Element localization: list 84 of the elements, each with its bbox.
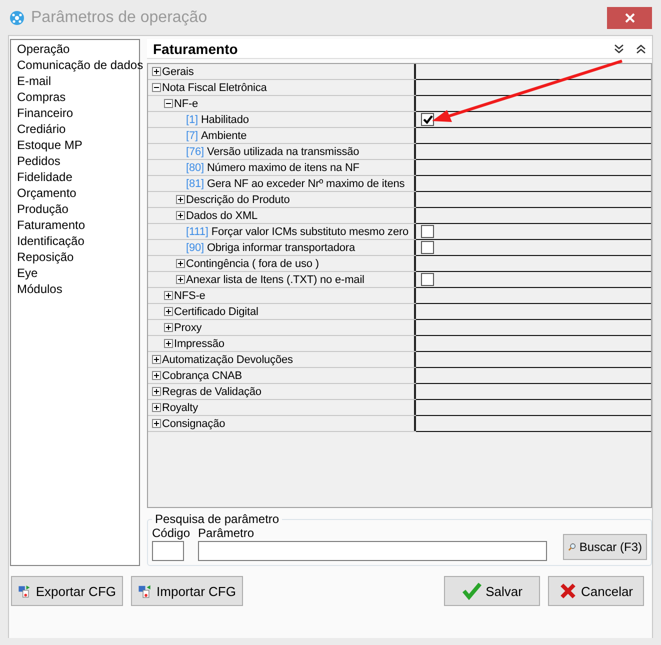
expand-icon[interactable] [152, 419, 161, 428]
tree-item[interactable]: NF-e [174, 98, 198, 110]
sidebar-item[interactable]: Pedidos [17, 153, 139, 169]
sidebar-item[interactable]: Fidelidade [17, 169, 139, 185]
tree-item[interactable]: Versão utilizada na transmissão [206, 146, 360, 158]
tree-item[interactable]: Habilitado [200, 114, 249, 126]
parameter-code: [7] [186, 130, 198, 142]
export-button[interactable]: Exportar CFG [11, 576, 123, 606]
save-button[interactable]: Salvar [444, 576, 540, 606]
expand-icon[interactable] [176, 211, 185, 220]
field-label: Parâmetro [198, 526, 256, 540]
parameter-code: [111] [186, 226, 208, 238]
expand-icon[interactable] [176, 275, 185, 284]
tree-item[interactable]: Automatização Devoluções [162, 354, 293, 366]
tree-item[interactable]: Cobrança CNAB [162, 370, 242, 382]
tree-item[interactable]: Contingência ( fora de uso ) [186, 258, 319, 270]
close-button[interactable] [607, 6, 652, 28]
tree-item[interactable]: Gerais [162, 66, 194, 78]
tree-item[interactable]: Proxy [174, 322, 202, 334]
expand-icon[interactable] [164, 323, 173, 332]
cancel-button[interactable]: Cancelar [548, 576, 644, 606]
expand-icon[interactable] [164, 291, 173, 300]
sidebar-item[interactable]: Identificação [17, 233, 139, 249]
parameter-code: [1] [186, 114, 198, 126]
tree-item[interactable]: Número maximo de itens na NF [206, 162, 360, 174]
check-icon [462, 582, 482, 600]
checkbox[interactable] [421, 273, 434, 286]
panel-title: Faturamento [153, 40, 239, 56]
tree-item[interactable]: Ambiente [200, 130, 247, 142]
sidebar-item[interactable]: Eye [17, 265, 139, 281]
window-title: Parâmetros de operação [31, 8, 208, 26]
expand-icon[interactable] [152, 355, 161, 364]
sidebar-item[interactable]: E-mail [17, 73, 139, 89]
code-field[interactable] [152, 541, 184, 561]
import-button[interactable]: Importar CFG [131, 576, 243, 606]
parameter-code: [76] [186, 146, 204, 158]
sidebar-item[interactable]: Operação [17, 41, 139, 57]
tree-item[interactable]: NFS-e [174, 290, 206, 302]
sidebar-item[interactable]: Faturamento [17, 217, 139, 233]
search-group-title: Pesquisa de parâmetro [154, 512, 280, 526]
expand-icon[interactable] [176, 195, 185, 204]
tree-item[interactable]: Anexar lista de Itens (.TXT) no e-mail [186, 274, 364, 286]
collapse-all-icon[interactable] [614, 44, 624, 54]
app-icon [9, 10, 25, 26]
tree-item[interactable]: Obriga informar transportadora [206, 242, 355, 254]
sidebar-item[interactable]: Produção [17, 201, 139, 217]
tree-item[interactable]: Descrição do Produto [186, 194, 290, 206]
sidebar-item[interactable]: Financeiro [17, 105, 139, 121]
expand-icon[interactable] [164, 339, 173, 348]
tree-item[interactable]: Nota Fiscal Eletrônica [162, 82, 267, 94]
tree-item[interactable]: Impressão [174, 338, 224, 350]
tree-item[interactable]: Royalty [162, 402, 198, 414]
expand-icon[interactable] [152, 371, 161, 380]
tree-item[interactable]: Dados do XML [186, 210, 258, 222]
parameter-code: [81] [186, 178, 204, 190]
field-label: Código [152, 526, 190, 540]
sidebar-item[interactable]: Reposição [17, 249, 139, 265]
sidebar-item[interactable]: Estoque MP [17, 137, 139, 153]
sidebar-item[interactable]: Orçamento [17, 185, 139, 201]
tree-item[interactable]: Consignação [162, 418, 226, 430]
tree-item[interactable]: Regras de Validação [162, 386, 262, 398]
expand-icon[interactable] [152, 67, 161, 76]
checkbox[interactable] [421, 225, 434, 238]
tree-item[interactable]: Forçar valor ICMs substituto mesmo zero [211, 226, 409, 238]
tree-item[interactable]: Gera NF ao exceder Nrº maximo de itens [206, 178, 405, 190]
checkbox[interactable] [421, 241, 434, 254]
sidebar-item[interactable]: Crediário [17, 121, 139, 137]
search-button[interactable]: Buscar (F3) [563, 534, 647, 560]
close-icon [624, 12, 634, 22]
checkbox[interactable] [421, 113, 434, 126]
tree-item[interactable]: Certificado Digital [174, 306, 258, 318]
expand-icon[interactable] [152, 403, 161, 412]
parameter-code: [90] [186, 242, 204, 254]
close-icon [558, 582, 577, 600]
sidebar-item[interactable]: Módulos [17, 281, 139, 297]
expand-icon[interactable] [176, 259, 185, 268]
parameter-field[interactable] [198, 541, 547, 561]
collapse-icon[interactable] [164, 99, 173, 108]
expand-icon[interactable] [164, 307, 173, 316]
expand-icon[interactable] [152, 387, 161, 396]
sidebar-item[interactable]: Compras [17, 89, 139, 105]
parameter-code: [80] [186, 162, 204, 174]
expand-all-icon[interactable] [636, 44, 646, 54]
collapse-icon[interactable] [152, 83, 161, 92]
